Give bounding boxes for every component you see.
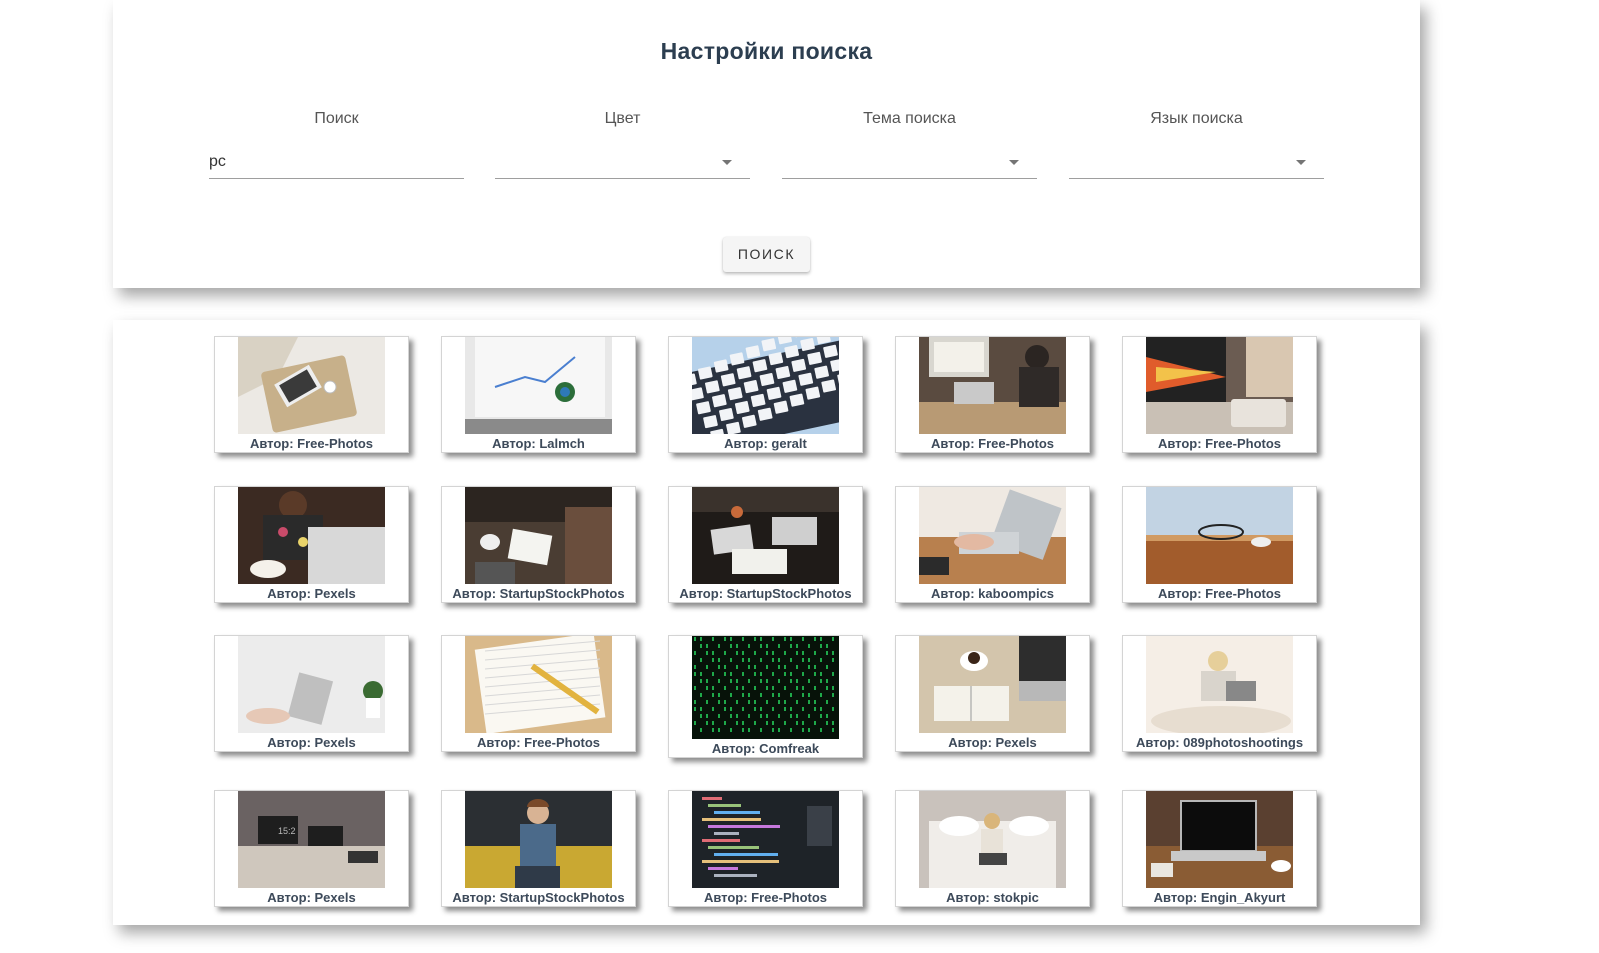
search-underline [209, 178, 464, 179]
author-caption: Автор: Pexels [267, 735, 356, 750]
author-caption: Автор: kaboompics [930, 586, 1055, 601]
author-caption: Автор: StartupStockPhotos [452, 890, 625, 905]
color-underline [495, 178, 750, 179]
author-caption: Автор: Free-Photos [476, 735, 601, 750]
search-label: Поиск [314, 110, 359, 127]
image-card[interactable]: Автор: stokpic [895, 790, 1090, 907]
laptop-on-wooden-table-thumbnail[interactable] [1146, 791, 1293, 888]
svg-text:15:2: 15:2 [278, 826, 296, 836]
image-card[interactable]: Автор: Pexels [895, 635, 1090, 752]
image-card[interactable]: Автор: Free-Photos [668, 790, 863, 907]
image-card[interactable]: Автор: StartupStockPhotos [441, 486, 636, 603]
author-caption: Автор: Free-Photos [1157, 436, 1282, 451]
glasses-on-desk-thumbnail[interactable] [1146, 487, 1293, 584]
language-label: Язык поиска [1150, 110, 1243, 127]
woman-on-bed-laptop-thumbnail[interactable] [1146, 636, 1293, 733]
image-card[interactable]: Автор: StartupStockPhotos [441, 790, 636, 907]
laptop-on-tray-thumbnail[interactable] [238, 337, 385, 434]
image-card[interactable]: Автор: Lalmch [441, 336, 636, 453]
chevron-down-icon[interactable] [1296, 160, 1306, 165]
meeting-table-laptops-thumbnail[interactable] [692, 487, 839, 584]
author-caption: Автор: StartupStockPhotos [452, 586, 625, 601]
image-card[interactable]: Автор: StartupStockPhotos [668, 486, 863, 603]
woman-on-bed-overhead-thumbnail[interactable] [919, 791, 1066, 888]
search-input[interactable]: pc [209, 153, 226, 171]
author-caption: Автор: Comfreak [711, 741, 820, 756]
topic-label: Тема поиска [863, 110, 956, 127]
image-card[interactable]: Автор: kaboompics [895, 486, 1090, 603]
author-caption: Автор: stokpic [946, 890, 1039, 905]
image-card[interactable]: Автор: Free-Photos [1122, 336, 1317, 453]
settings-title: Настройки поиска [660, 38, 873, 64]
laptop-with-tablet-thumbnail[interactable] [1146, 337, 1293, 434]
author-caption: Автор: Engin_Akyurt [1153, 890, 1286, 905]
notebook-and-pencil-thumbnail[interactable] [465, 636, 612, 733]
image-card[interactable]: Автор: Comfreak [668, 635, 863, 758]
author-caption: Автор: 089photoshootings [1135, 735, 1304, 750]
search-button[interactable]: ПОИСК [723, 237, 810, 272]
laptop-with-chart-thumbnail[interactable] [465, 337, 612, 434]
image-card[interactable]: Автор: geralt [668, 336, 863, 453]
author-caption: Автор: Free-Photos [1157, 586, 1282, 601]
image-card[interactable]: Автор: Pexels [214, 486, 409, 603]
topic-underline [782, 178, 1037, 179]
image-card[interactable]: Автор: Engin_Akyurt [1122, 790, 1317, 907]
image-card[interactable]: Автор: Free-Photos [1122, 486, 1317, 603]
author-caption: Автор: Free-Photos [249, 436, 374, 451]
color-label: Цвет [604, 110, 641, 127]
image-card[interactable]: Автор: Free-Photos [895, 336, 1090, 453]
author-caption: Автор: Lalmch [492, 436, 585, 451]
image-card[interactable]: Автор: 089photoshootings [1122, 635, 1317, 752]
author-caption: Автор: geralt [724, 436, 807, 451]
color-select[interactable]: Цвет [495, 108, 750, 180]
image-card[interactable]: 15:2 Автор: Pexels [214, 790, 409, 907]
man-at-laptop-desk-thumbnail[interactable] [919, 337, 1066, 434]
author-caption: Автор: Free-Photos [930, 436, 1055, 451]
topic-select[interactable]: Тема поиска [782, 108, 1037, 180]
desk-with-monitors-thumbnail[interactable]: 15:2 [238, 791, 385, 888]
image-card[interactable]: Автор: Pexels [214, 635, 409, 752]
image-card[interactable]: Автор: Free-Photos [441, 635, 636, 752]
author-caption: Автор: Free-Photos [703, 890, 828, 905]
keyboard-closeup-thumbnail[interactable] [692, 337, 839, 434]
language-select[interactable]: Язык поиска [1069, 108, 1324, 180]
team-meeting-table-thumbnail[interactable] [465, 487, 612, 584]
woman-with-laptop-coffee-thumbnail[interactable] [238, 487, 385, 584]
author-caption: Автор: StartupStockPhotos [679, 586, 852, 601]
image-card[interactable]: Автор: Free-Photos [214, 336, 409, 453]
search-settings-panel: Настройки поиска Поиск pc Цвет Тема поис… [113, 0, 1420, 288]
green-code-matrix-thumbnail[interactable] [692, 636, 839, 739]
search-field[interactable]: Поиск pc [209, 108, 464, 180]
coffee-notebook-laptop-thumbnail[interactable] [919, 636, 1066, 733]
results-panel: Автор: Free-Photos Автор: Lalmch Автор: ge… [113, 320, 1420, 925]
author-caption: Автор: Pexels [267, 586, 356, 601]
author-caption: Автор: Pexels [948, 735, 1037, 750]
language-underline [1069, 178, 1324, 179]
hands-typing-laptop-thumbnail[interactable] [919, 487, 1066, 584]
chevron-down-icon[interactable] [722, 160, 732, 165]
code-on-screen-thumbnail[interactable] [692, 791, 839, 888]
typing-white-desk-thumbnail[interactable] [238, 636, 385, 733]
chevron-down-icon[interactable] [1009, 160, 1019, 165]
author-caption: Автор: Pexels [267, 890, 356, 905]
man-on-yellow-sofa-thumbnail[interactable] [465, 791, 612, 888]
